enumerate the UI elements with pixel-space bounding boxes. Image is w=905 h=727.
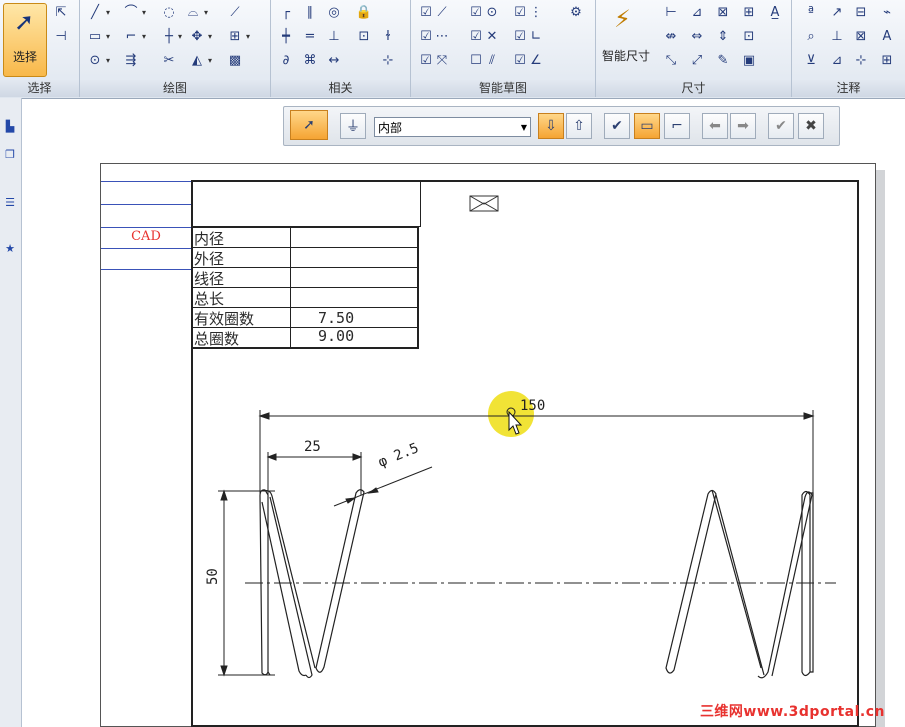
select-down-button[interactable]: ⇩ [538, 113, 564, 139]
pitch-dimension[interactable] [266, 452, 363, 495]
spring-left-coils[interactable] [259, 489, 365, 679]
select-up-button[interactable]: ⇧ [566, 113, 592, 139]
layer-down-icon: ⇩ [545, 118, 557, 134]
envelope-icon [469, 195, 499, 212]
select-tool-button[interactable]: ➚ [290, 110, 328, 140]
rectangle-select-button[interactable]: ▭ [634, 113, 660, 139]
spring-right-coils[interactable] [665, 489, 814, 679]
layer-up-icon: ⇧ [573, 118, 585, 134]
overall-length-dimension[interactable] [258, 410, 815, 495]
close-icon: ✖ [805, 118, 817, 134]
accept-check-button[interactable]: ✔ [604, 113, 630, 139]
arrow-left-icon: ⬅ [709, 118, 721, 134]
finish-button[interactable]: ✔ [768, 113, 794, 139]
back-button[interactable]: ⬅ [702, 113, 728, 139]
height-text: 50 [205, 568, 221, 585]
checkmark-pencil-icon: ✔ [611, 118, 623, 134]
command-bar: ➚ ⏚ 内部 ▼ ⇩ ⇧ ✔ ▭ ⌐ ⬅ ➡ ✔ ✖ [283, 106, 840, 146]
pitch-text: 25 [304, 439, 321, 455]
arrow-pointer-icon: ➚ [303, 117, 315, 133]
filter-select-value: 内部 [378, 121, 403, 135]
overall-length-text: 150 [520, 398, 546, 414]
checkmark-icon: ✔ [775, 118, 787, 134]
region-select-button[interactable]: ⌐ [664, 113, 690, 139]
region-icon: ⌐ [671, 118, 683, 134]
filter-select[interactable]: 内部 ▼ [374, 117, 531, 137]
cancel-button[interactable]: ✖ [798, 113, 824, 139]
filter-icon: ⏚ [346, 119, 360, 135]
arrow-right-icon: ➡ [737, 118, 749, 134]
rectangle-icon: ▭ [640, 118, 654, 134]
wire-diameter-leader[interactable] [333, 466, 433, 507]
filter-button[interactable]: ⏚ [340, 113, 366, 139]
chevron-down-icon: ▼ [520, 123, 527, 132]
forward-button[interactable]: ➡ [730, 113, 756, 139]
watermark: 三维网www.3dportal.cn [699, 704, 885, 720]
